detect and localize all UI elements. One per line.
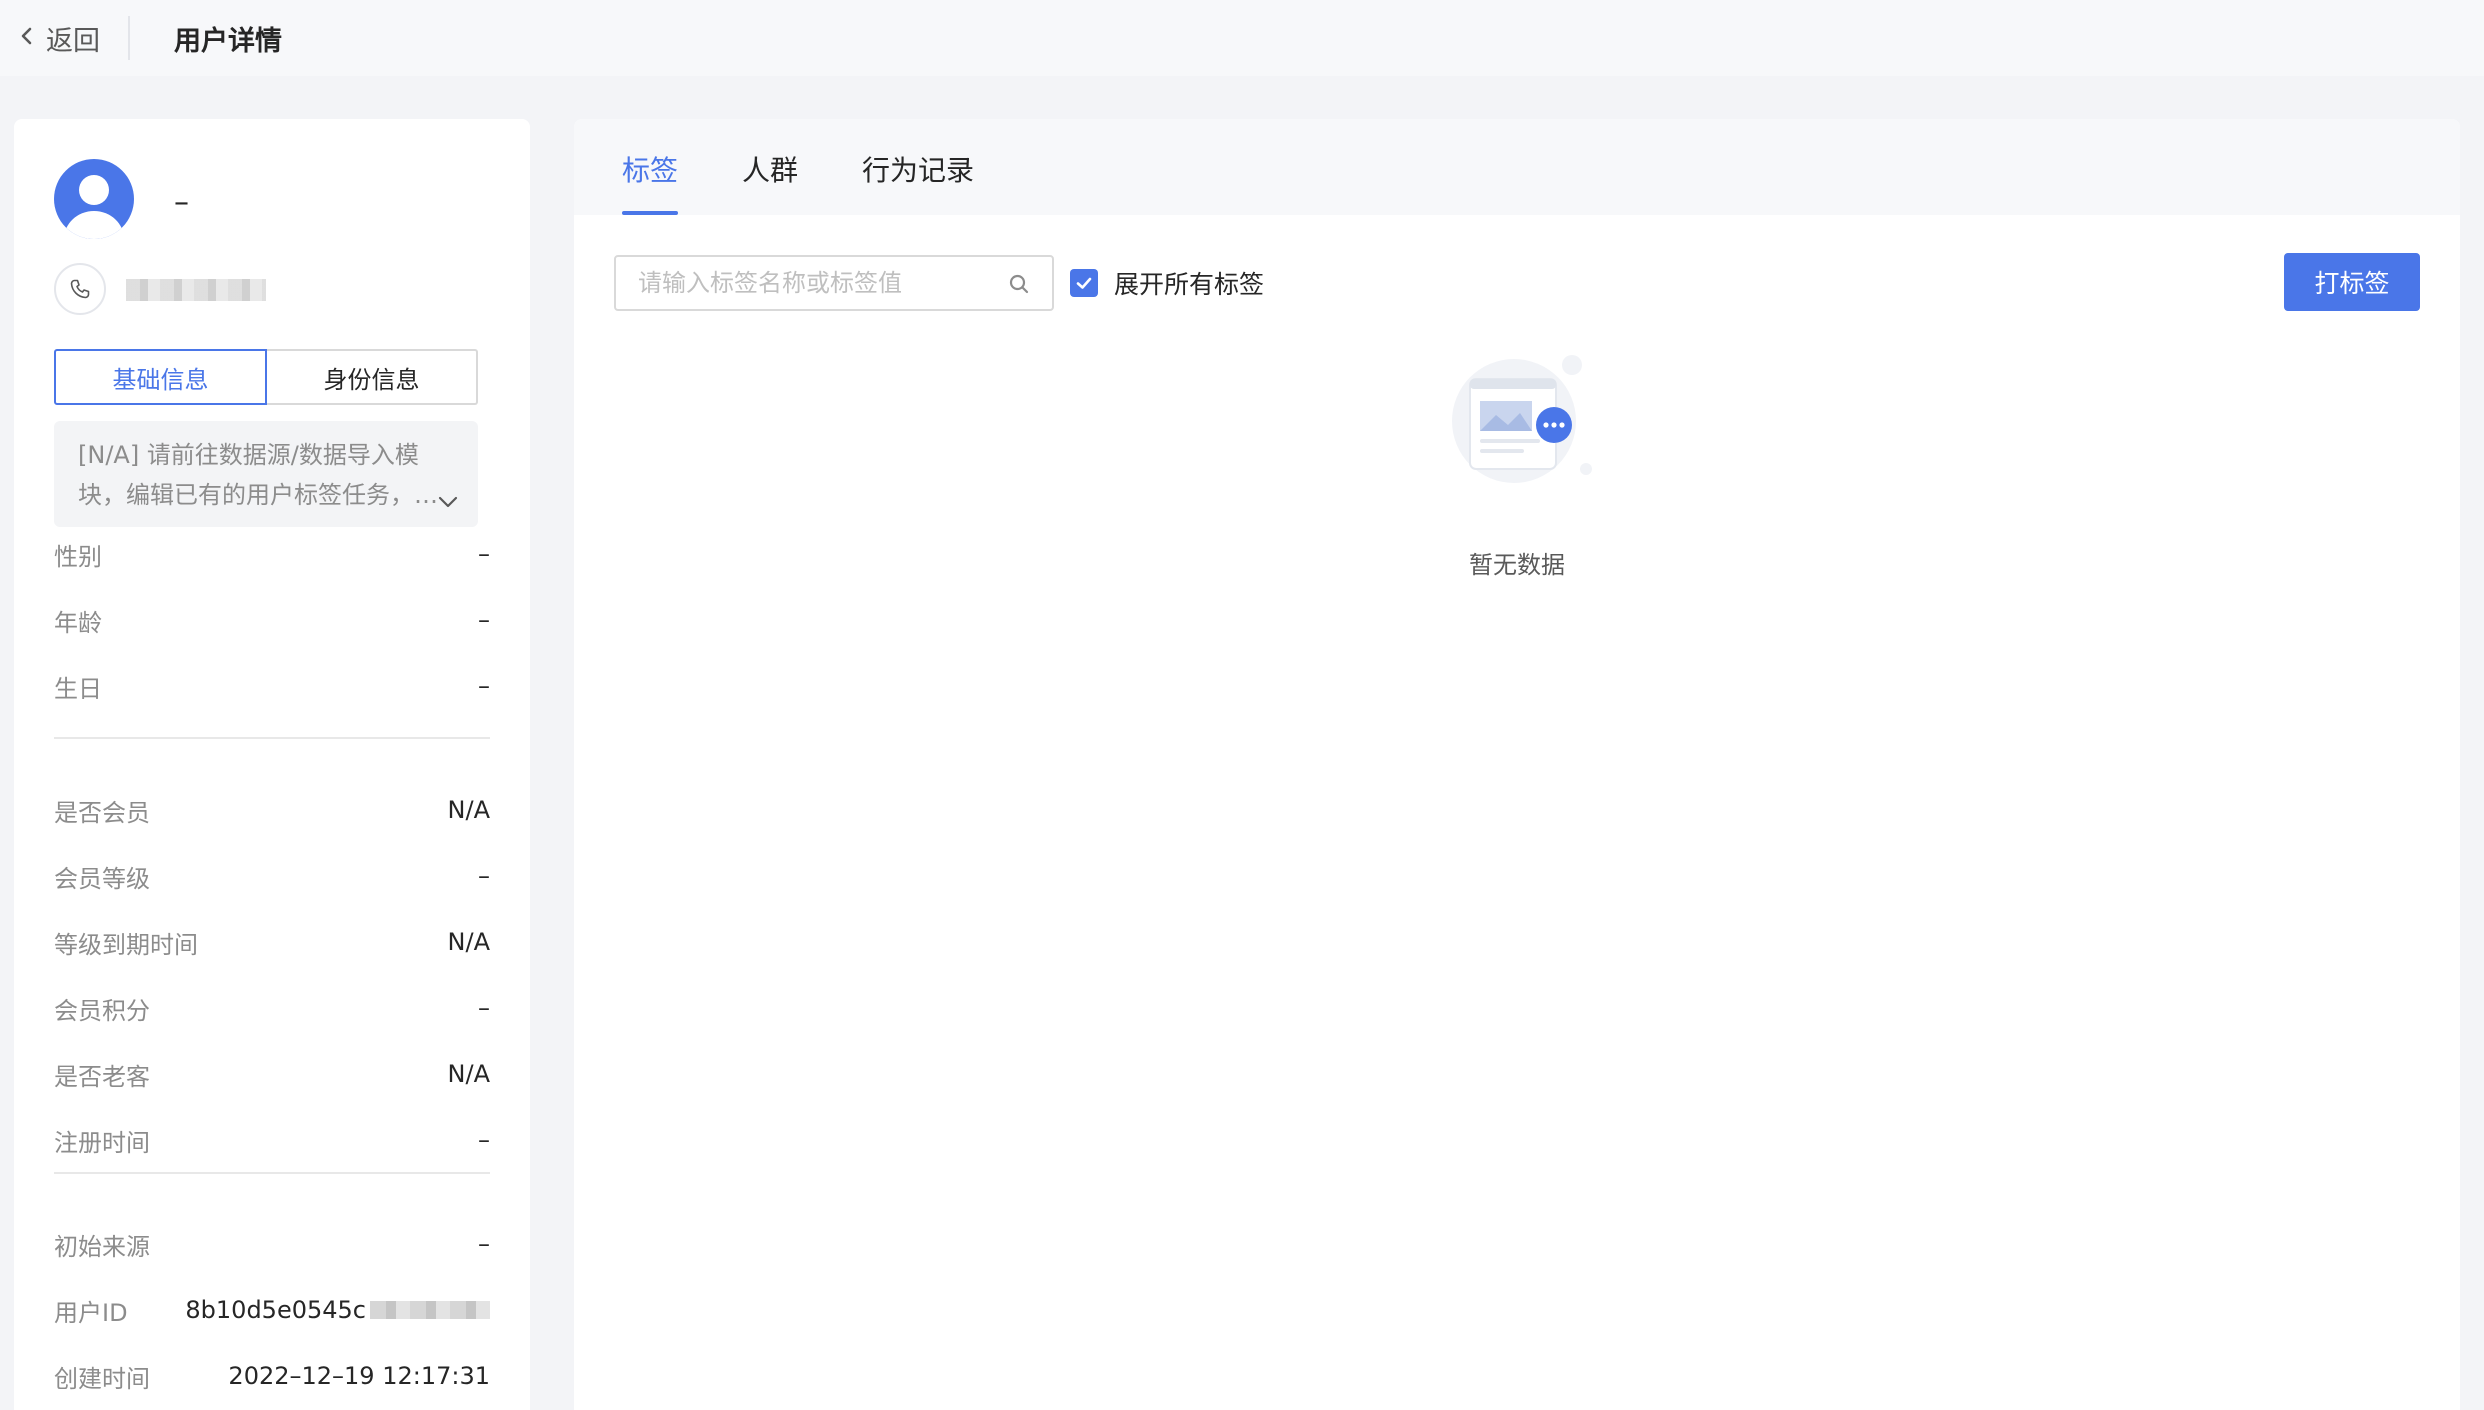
user-id-value-wrap: 8b10d5e0545c [185,1296,490,1324]
field-value: 2022–12–19 12:17:31 [228,1362,490,1390]
field-initial-source: 初始来源 – [54,1224,490,1264]
add-tag-button[interactable]: 打标签 [2284,253,2420,311]
data-source-notice: [N/A] 请前往数据源/数据导入模 块，编辑已有的用户标签任务，… [54,421,478,527]
content-panel: 标签 人群 行为记录 展开所有标签 打标签 暂无数据 [574,119,2460,1410]
field-label: 是否会员 [54,798,150,827]
field-register-time: 注册时间 – [54,1120,490,1160]
field-value: N/A [447,1060,490,1088]
phone-icon [54,263,106,315]
page-title: 用户详情 [174,25,282,57]
user-id-value: 8b10d5e0545c [185,1296,366,1324]
tag-search-input[interactable] [638,269,998,297]
field-label: 会员等级 [54,864,150,893]
field-label: 创建时间 [54,1364,150,1393]
field-level-expiry: 等级到期时间 N/A [54,922,490,962]
back-button[interactable]: 返回 [16,18,100,58]
field-member-points: 会员积分 – [54,988,490,1028]
chevron-left-icon [16,25,38,51]
field-value: – [478,606,490,634]
tag-search-box [614,255,1054,311]
field-value: – [478,994,490,1022]
field-is-returning: 是否老客 N/A [54,1054,490,1094]
info-segment-control: 基础信息 身份信息 [54,349,478,405]
field-value: – [478,1230,490,1258]
field-created-time: 创建时间 2022–12–19 12:17:31 [54,1356,490,1396]
expand-all-label[interactable]: 展开所有标签 [1114,265,1264,301]
field-label: 用户ID [54,1298,128,1327]
section-divider [54,1172,490,1174]
tab-bar: 标签 人群 行为记录 [574,119,2460,215]
field-label: 性别 [54,542,102,571]
back-label: 返回 [46,25,100,57]
search-icon[interactable] [1008,273,1030,295]
tab-label: 人群 [742,154,799,187]
expand-all-checkbox[interactable] [1070,269,1098,297]
identity-info-tab[interactable]: 身份信息 [267,349,478,405]
field-is-member: 是否会员 N/A [54,790,490,830]
header-divider [128,16,130,60]
chevron-down-icon[interactable] [438,495,458,509]
field-birthday: 生日 – [54,666,490,706]
empty-state-illustration [1452,355,1592,483]
user-id-masked [370,1301,490,1319]
notice-line-2: 块，编辑已有的用户标签任务，… [78,481,438,509]
field-label: 生日 [54,674,102,703]
field-value: – [478,862,490,890]
tab-tags[interactable]: 标签 [622,149,679,215]
notice-line-1: [N/A] 请前往数据源/数据导入模 [78,441,419,469]
avatar [54,159,134,239]
check-icon [1076,277,1092,289]
field-user-id: 用户ID 8b10d5e0545c [54,1290,490,1330]
field-value: N/A [447,928,490,956]
profile-panel: – 基础信息 身份信息 [N/A] 请前往数据源/数据导入模 块，编辑已有的用户… [14,119,530,1410]
field-label: 年龄 [54,608,102,637]
empty-state-text: 暂无数据 [1469,551,1565,579]
user-avatar-icon [64,175,124,239]
phone-number-masked [126,279,266,301]
user-name: – [174,185,189,220]
tab-segments[interactable]: 人群 [742,149,798,215]
section-divider [54,737,490,739]
field-value: N/A [447,796,490,824]
page-header: 返回 用户详情 [0,0,2484,76]
field-label: 会员积分 [54,996,150,1025]
active-tab-indicator [622,211,679,215]
field-value: – [478,540,490,568]
field-value: – [478,672,490,700]
field-age: 年龄 – [54,600,490,640]
field-label: 注册时间 [54,1128,150,1157]
basic-info-tab[interactable]: 基础信息 [54,349,267,405]
field-label: 等级到期时间 [54,930,198,959]
field-gender: 性别 – [54,534,490,574]
field-label: 是否老客 [54,1062,150,1091]
tab-label: 标签 [622,154,679,187]
tab-behavior-records[interactable]: 行为记录 [862,149,974,215]
field-label: 初始来源 [54,1232,150,1261]
tab-label: 行为记录 [862,154,975,187]
field-value: – [478,1126,490,1154]
field-member-level: 会员等级 – [54,856,490,896]
